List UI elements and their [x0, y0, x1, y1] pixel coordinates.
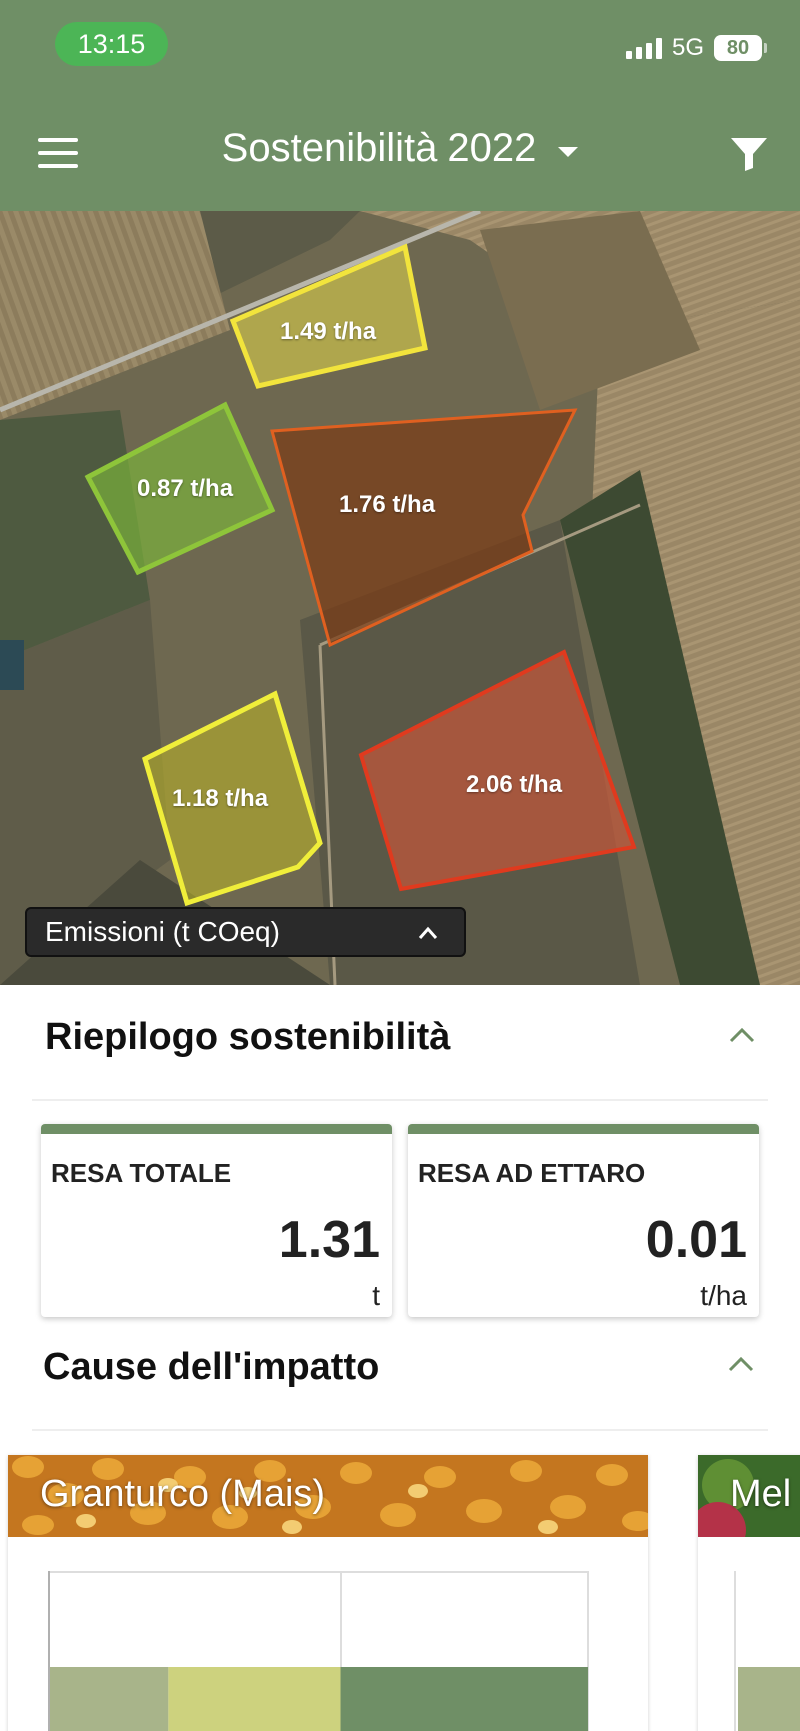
page-title: Sostenibilità [221, 126, 438, 170]
map-background [0, 211, 800, 985]
network-type: 5G [671, 34, 704, 61]
season-selector[interactable]: Sostenibilità 2022 [0, 126, 800, 171]
field-label: 1.49 t/ha [280, 318, 377, 345]
impact-section-title: Cause dell'impatto [43, 1346, 380, 1388]
field-label: 1.18 t/ha [172, 785, 269, 812]
section-divider [32, 1099, 768, 1101]
legend-label: Emissioni (t COeq) [45, 916, 280, 947]
crop-name: Mel [730, 1473, 792, 1515]
app-header: 13:15 5G 80 Sostenibilità 2022 [0, 0, 800, 211]
impact-bar-segment [168, 1667, 341, 1731]
map-legend-toggle[interactable]: Emissioni (t COeq) [25, 907, 466, 957]
chevron-up-icon [418, 926, 438, 939]
section-divider [32, 1429, 768, 1431]
crop-banner-image: Granturco (Mais) [8, 1455, 648, 1537]
impact-bar-segment [738, 1667, 800, 1731]
crop-card-apple[interactable]: Mel [698, 1455, 800, 1731]
field-label: 0.87 t/ha [137, 475, 234, 502]
battery-level: 80 [726, 36, 750, 59]
stat-label: RESA AD ETTARO [418, 1158, 646, 1188]
stat-unit: t [372, 1280, 380, 1311]
crop-card-corn[interactable]: Granturco (Mais) [8, 1455, 648, 1731]
crop-banner-image: Mel [698, 1455, 800, 1537]
status-time: 13:15 [55, 22, 168, 66]
chart-axis [734, 1571, 736, 1731]
filter-icon[interactable] [730, 136, 768, 172]
stat-value: 0.01 [645, 1211, 747, 1269]
stat-unit: t/ha [700, 1280, 747, 1311]
field-label: 1.76 t/ha [339, 491, 436, 518]
yield-per-hectare-card: RESA AD ETTARO 0.01 t/ha [408, 1124, 759, 1317]
season-year: 2022 [447, 126, 537, 170]
stat-label: RESA TOTALE [51, 1158, 232, 1188]
chevron-up-icon[interactable] [727, 1355, 755, 1373]
caret-down-icon [558, 146, 579, 157]
signal-icon [625, 37, 662, 59]
impact-bar-chart [50, 1667, 588, 1731]
stat-value: 1.31 [278, 1211, 380, 1269]
chevron-up-icon[interactable] [728, 1026, 756, 1044]
status-indicators: 5G 80 [625, 34, 767, 62]
impact-bar-segment [50, 1667, 169, 1731]
impact-bar-segment [340, 1667, 588, 1731]
fields-map[interactable]: 1.49 t/ha 0.87 t/ha 1.76 t/ha 1.18 t/ha … [0, 211, 800, 985]
crop-name: Granturco (Mais) [40, 1473, 326, 1515]
total-yield-card: RESA TOTALE 1.31 t [41, 1124, 392, 1317]
battery-icon: 80 [714, 35, 767, 61]
summary-section-title: Riepilogo sostenibilità [45, 1016, 451, 1058]
field-label: 2.06 t/ha [466, 771, 563, 798]
